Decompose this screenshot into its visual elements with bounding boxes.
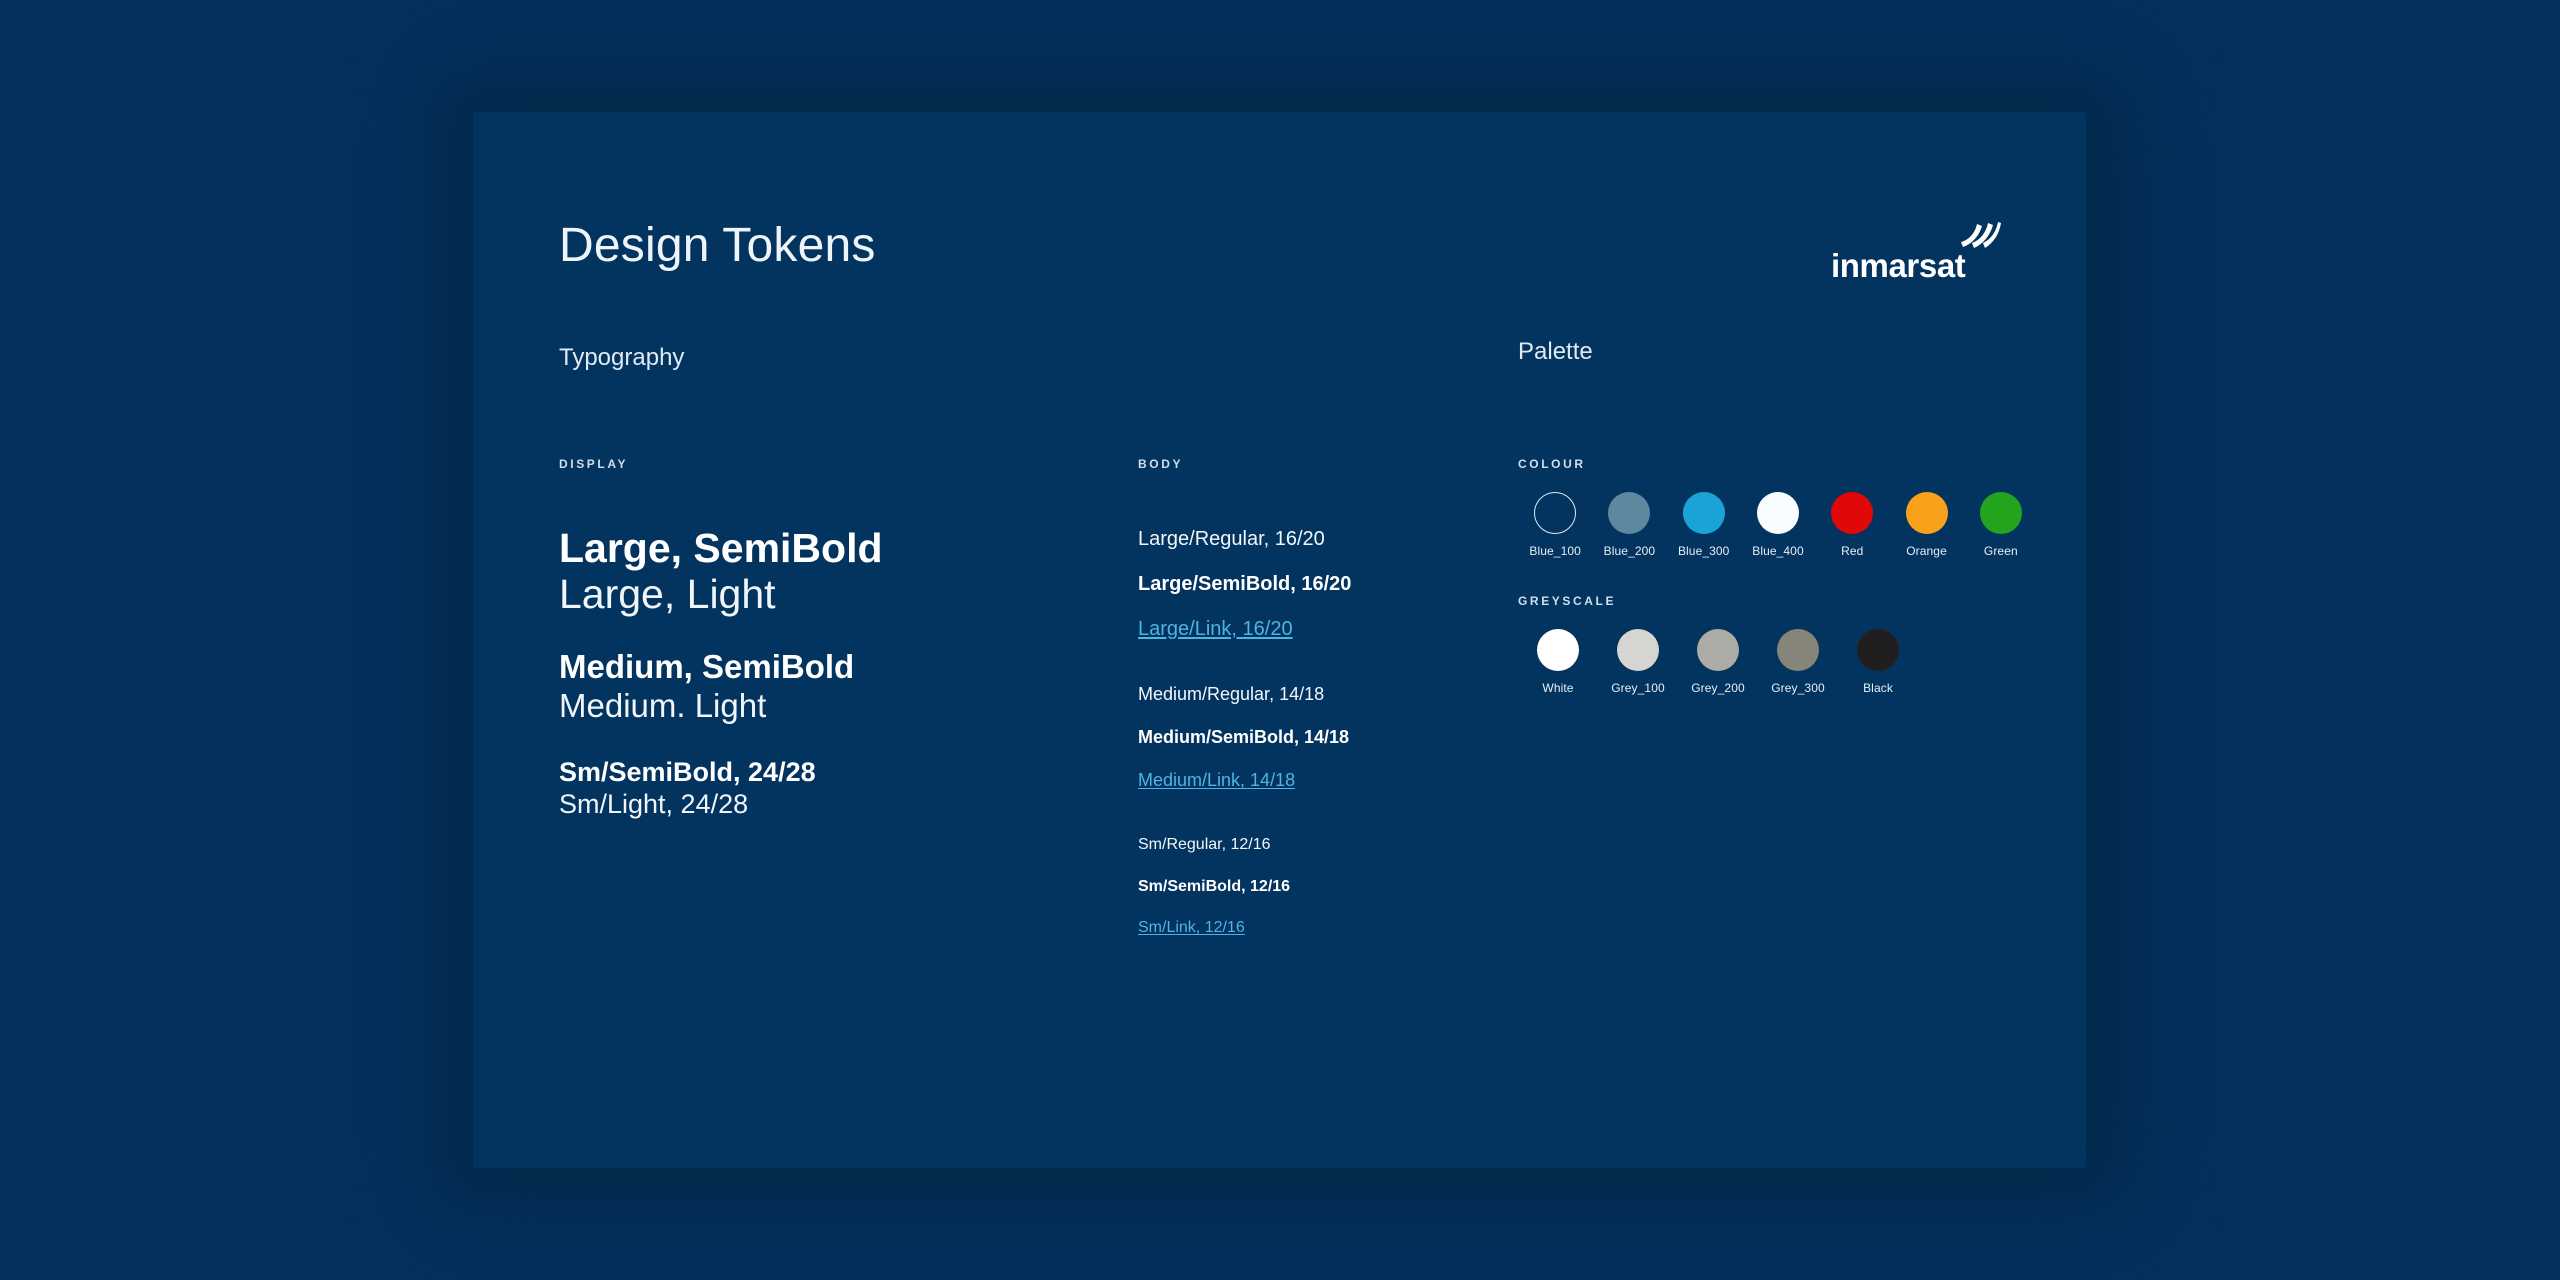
colour-swatch[interactable]: Black [1838,629,1918,695]
swatch-label: Green [1983,544,2018,558]
display-specimen-group: Medium, SemiBold Medium. Light [559,648,1119,726]
body-small-semibold: Sm/SemiBold, 12/16 [1138,877,1291,895]
body-medium-link[interactable]: Medium/Link, 14/18 [1138,767,1468,794]
display-specimen-group: Sm/SemiBold, 24/28 Sm/Light, 24/28 [559,756,1119,822]
body-medium-semibold: Medium/SemiBold, 14/18 [1138,727,1350,748]
typography-section-heading: Typography [559,344,685,371]
swatch-label: Grey_300 [1771,681,1825,695]
display-small-semibold: Sm/SemiBold, 24/28 [559,756,816,787]
swatch-label: Blue_200 [1603,544,1656,558]
display-large-light: Large, Light [559,571,776,618]
swatch-label: Red [1841,544,1864,558]
swatch-dot [1617,629,1659,671]
swatch-dot [1537,629,1579,671]
greyscale-swatch-row: White Grey_100 Grey_200 Grey_300 Black [1518,629,2038,695]
colour-swatch[interactable]: Grey_300 [1758,629,1838,695]
colour-swatch-row: Blue_100 Blue_200 Blue_300 Blue_400 Red Orang… [1518,492,2038,558]
display-medium-semibold: Medium, SemiBold [559,647,855,685]
body-specimen-group: Large/Regular, 16/20 Large/SemiBold, 16/… [1138,525,1468,643]
palette-column: COLOUR Blue_100 Blue_200 Blue_300 Blue_400 R… [1518,457,2038,695]
swatch-dot [1831,492,1874,534]
colour-swatch[interactable]: Green [1964,492,2038,558]
colour-swatch[interactable]: Blue_300 [1667,492,1741,558]
greyscale-eyebrow: GREYSCALE [1518,594,1617,608]
swatch-label: White [1542,681,1574,695]
colour-swatch[interactable]: Blue_100 [1518,492,1592,558]
colour-swatch[interactable]: Grey_100 [1598,629,1678,695]
colour-swatch[interactable]: Blue_400 [1741,492,1815,558]
colour-swatch[interactable]: Grey_200 [1678,629,1758,695]
display-type-column: DISPLAY Large, SemiBold Large, Light Med… [559,457,1119,821]
display-small-light: Sm/Light, 24/28 [559,789,749,820]
body-large-link[interactable]: Large/Link, 16/20 [1138,615,1468,644]
body-medium-regular: Medium/Regular, 14/18 [1138,684,1325,705]
page-title: Design Tokens [559,219,876,272]
swatch-label: Grey_200 [1691,681,1745,695]
display-large-semibold: Large, SemiBold [559,525,883,571]
display-medium-light: Medium. Light [559,686,767,724]
body-specimen-group: Sm/Regular, 12/16 Sm/SemiBold, 12/16 Sm/… [1138,832,1468,940]
body-eyebrow: BODY [1138,457,1184,471]
body-small-link[interactable]: Sm/Link, 12/16 [1138,915,1468,940]
colour-swatch[interactable]: Blue_200 [1592,492,1666,558]
design-tokens-card: Design Tokens inmarsat Typography Palett… [473,112,2086,1168]
body-large-semibold: Large/SemiBold, 16/20 [1138,572,1352,595]
colour-swatch-block: COLOUR Blue_100 Blue_200 Blue_300 Blue_400 R… [1518,457,2038,558]
swatch-dot [1857,629,1899,671]
swatch-dot [1608,492,1651,534]
body-small-regular: Sm/Regular, 12/16 [1138,836,1271,854]
display-eyebrow: DISPLAY [559,457,629,471]
body-specimen-group: Medium/Regular, 14/18 Medium/SemiBold, 1… [1138,681,1468,794]
swatch-dot [1756,492,1799,534]
swatch-dot [1905,492,1948,534]
colour-swatch[interactable]: Orange [1889,492,1963,558]
swatch-dot [1777,629,1819,671]
signal-waves-icon [1955,212,2001,252]
swatch-label: Blue_300 [1677,544,1730,558]
swatch-dot [1979,492,2022,534]
colour-swatch[interactable]: White [1518,629,1598,695]
swatch-dot [1534,492,1577,534]
page-root: Design Tokens inmarsat Typography Palett… [0,0,2560,1280]
display-specimen-group: Large, SemiBold Large, Light [559,525,1119,618]
swatch-label: Black [1863,681,1893,695]
swatch-label: Blue_100 [1529,544,1581,558]
swatch-label: Blue_400 [1752,544,1804,558]
swatch-label: Grey_100 [1611,681,1665,695]
palette-section-heading: Palette [1518,338,1593,365]
greyscale-swatch-block: GREYSCALE White Grey_100 Grey_200 Grey_300 B… [1518,594,2038,695]
swatch-label: Orange [1906,544,1947,558]
colour-swatch[interactable]: Red [1815,492,1889,558]
logo-wordmark: inmarsat [1831,247,1966,284]
inmarsat-logo: inmarsat [1831,212,2001,282]
swatch-dot [1682,492,1725,534]
body-large-regular: Large/Regular, 16/20 [1138,528,1325,550]
body-type-column: BODY Large/Regular, 16/20 Large/SemiBold… [1138,457,1468,940]
colour-eyebrow: COLOUR [1518,457,1586,471]
swatch-dot [1697,629,1739,671]
